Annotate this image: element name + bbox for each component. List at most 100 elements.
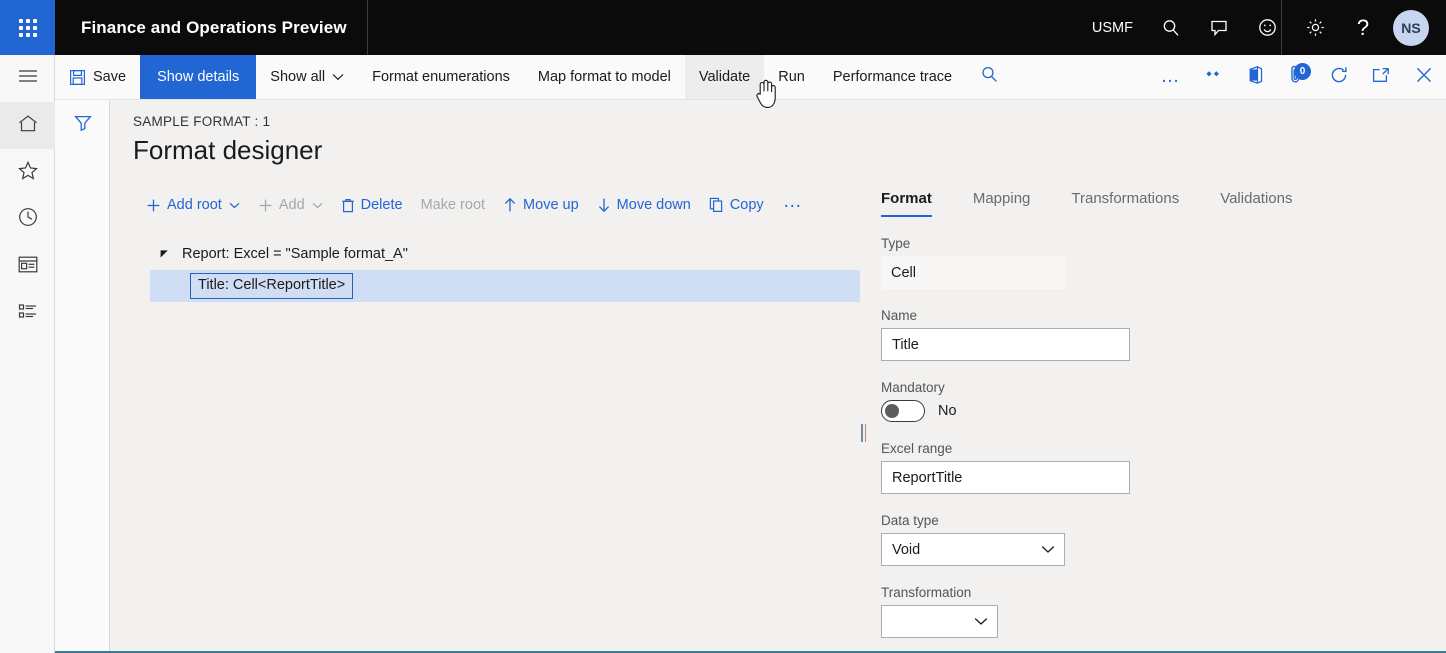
more-options-icon: … (1160, 66, 1182, 88)
field-label-data-type: Data type (881, 513, 939, 528)
show-all-button[interactable]: Show all (256, 55, 358, 99)
pane-splitter[interactable] (861, 424, 867, 442)
properties-tabs: Format Mapping Transformations Validatio… (881, 190, 1292, 217)
tree-row[interactable]: Title: Cell<ReportTitle> (150, 270, 860, 302)
add-root-label: Add root (167, 197, 222, 213)
open-in-new-window-button[interactable] (1360, 55, 1402, 99)
chevron-down-icon (974, 617, 988, 626)
delete-button[interactable]: Delete (332, 197, 412, 213)
tab-format[interactable]: Format (881, 190, 932, 217)
feedback-button[interactable] (1195, 0, 1243, 55)
smiley-feedback-button[interactable] (1243, 0, 1291, 55)
chevron-down-icon (229, 202, 240, 209)
transformation-select[interactable] (881, 605, 998, 638)
tree-more-options-button[interactable]: … (773, 191, 814, 213)
field-transformation: Transformation (881, 585, 1281, 638)
app-launcher-button[interactable] (0, 0, 55, 55)
tree-row[interactable]: Report: Excel = "Sample format_A" (150, 238, 860, 270)
format-enumerations-button[interactable]: Format enumerations (358, 55, 524, 99)
show-details-button[interactable]: Show details (140, 55, 257, 99)
save-label: Save (93, 69, 127, 85)
performance-trace-label: Performance trace (832, 69, 953, 85)
attachments-button[interactable]: 0 (1276, 55, 1318, 99)
mandatory-toggle[interactable] (881, 400, 925, 422)
run-button[interactable]: Run (764, 55, 819, 99)
move-up-button[interactable]: Move up (494, 197, 588, 213)
filter-button[interactable] (55, 100, 110, 150)
add-root-button[interactable]: Add root (137, 197, 249, 213)
office-app-button[interactable] (1234, 55, 1276, 99)
nav-menu-toggle[interactable] (0, 55, 55, 102)
company-selector[interactable]: USMF (1078, 0, 1147, 55)
plus-icon (146, 198, 161, 213)
settings-button[interactable] (1291, 0, 1339, 55)
save-icon (69, 69, 86, 86)
run-label: Run (778, 69, 805, 85)
add-button: Add (249, 197, 332, 213)
app-title: Finance and Operations Preview (81, 17, 347, 37)
copy-label: Copy (729, 197, 764, 213)
page-title: Format designer (133, 135, 323, 165)
data-type-select[interactable]: Void (881, 533, 1065, 566)
name-input[interactable]: Title (881, 328, 1130, 361)
avatar[interactable]: NS (1393, 9, 1429, 46)
page-header: SAMPLE FORMAT : 1 Format designer (110, 100, 1446, 166)
chevron-down-icon (312, 202, 323, 209)
show-all-label: Show all (270, 69, 326, 85)
field-type: Type Cell (881, 236, 1281, 289)
close-button[interactable] (1402, 55, 1446, 99)
filter-icon (73, 113, 93, 138)
sidebar-item-modules[interactable] (0, 290, 55, 337)
app-window: Finance and Operations Preview USMF ? NS… (0, 0, 1446, 653)
list-icon (17, 302, 39, 326)
tab-validations[interactable]: Validations (1220, 190, 1292, 215)
sidebar-item-recent[interactable] (0, 196, 55, 243)
validate-button[interactable]: Validate (684, 55, 765, 99)
excel-range-input[interactable]: ReportTitle (881, 461, 1130, 494)
map-format-to-model-button[interactable]: Map format to model (524, 55, 685, 99)
delete-label: Delete (360, 197, 403, 213)
arrow-down-icon (597, 197, 611, 213)
refresh-button[interactable] (1318, 55, 1360, 99)
star-icon (17, 160, 39, 186)
filter-pane (55, 100, 110, 651)
attachments-count-badge: 0 (1294, 63, 1311, 80)
copy-icon (709, 197, 724, 213)
command-bar: Save Show details Show all Format enumer… (55, 55, 1446, 100)
plus-icon (258, 198, 273, 213)
performance-trace-button[interactable]: Performance trace (819, 55, 966, 99)
global-search-button[interactable] (1147, 0, 1195, 55)
format-enumerations-label: Format enumerations (372, 69, 510, 85)
open-in-new-window-icon (1371, 66, 1391, 89)
sidebar-item-workspaces[interactable] (0, 243, 55, 290)
tab-mapping[interactable]: Mapping (973, 190, 1031, 215)
topbar-divider (367, 0, 368, 55)
smiley-icon (1257, 17, 1278, 38)
field-label-name: Name (881, 308, 918, 323)
workspace-icon (17, 255, 39, 279)
topbar-right-group: USMF ? NS (1078, 0, 1446, 55)
sidebar-item-favorites[interactable] (0, 149, 55, 196)
copy-button[interactable]: Copy (700, 197, 773, 213)
save-button[interactable]: Save (55, 55, 140, 99)
help-button[interactable]: ? (1339, 0, 1387, 55)
trash-icon (341, 198, 355, 213)
top-navigation-bar: Finance and Operations Preview USMF ? NS (0, 0, 1446, 55)
field-excel-range: Excel range ReportTitle (881, 441, 1281, 494)
chevron-down-icon (1041, 545, 1055, 554)
more-options-icon: … (782, 191, 804, 213)
hamburger-icon (17, 68, 39, 89)
personalize-button[interactable] (1192, 55, 1234, 99)
mandatory-toggle-row: No (881, 400, 1281, 422)
sidebar-item-home[interactable] (0, 102, 55, 149)
left-navigation-rail (0, 55, 55, 653)
help-icon: ? (1356, 14, 1370, 40)
arrow-up-icon (503, 197, 517, 213)
move-up-label: Move up (523, 197, 579, 213)
expand-collapse-icon[interactable] (150, 249, 178, 260)
tab-transformations[interactable]: Transformations (1071, 190, 1179, 215)
more-options-button[interactable]: … (1150, 55, 1192, 99)
clock-icon (17, 206, 39, 233)
command-search-button[interactable] (966, 55, 1012, 99)
move-down-button[interactable]: Move down (588, 197, 700, 213)
